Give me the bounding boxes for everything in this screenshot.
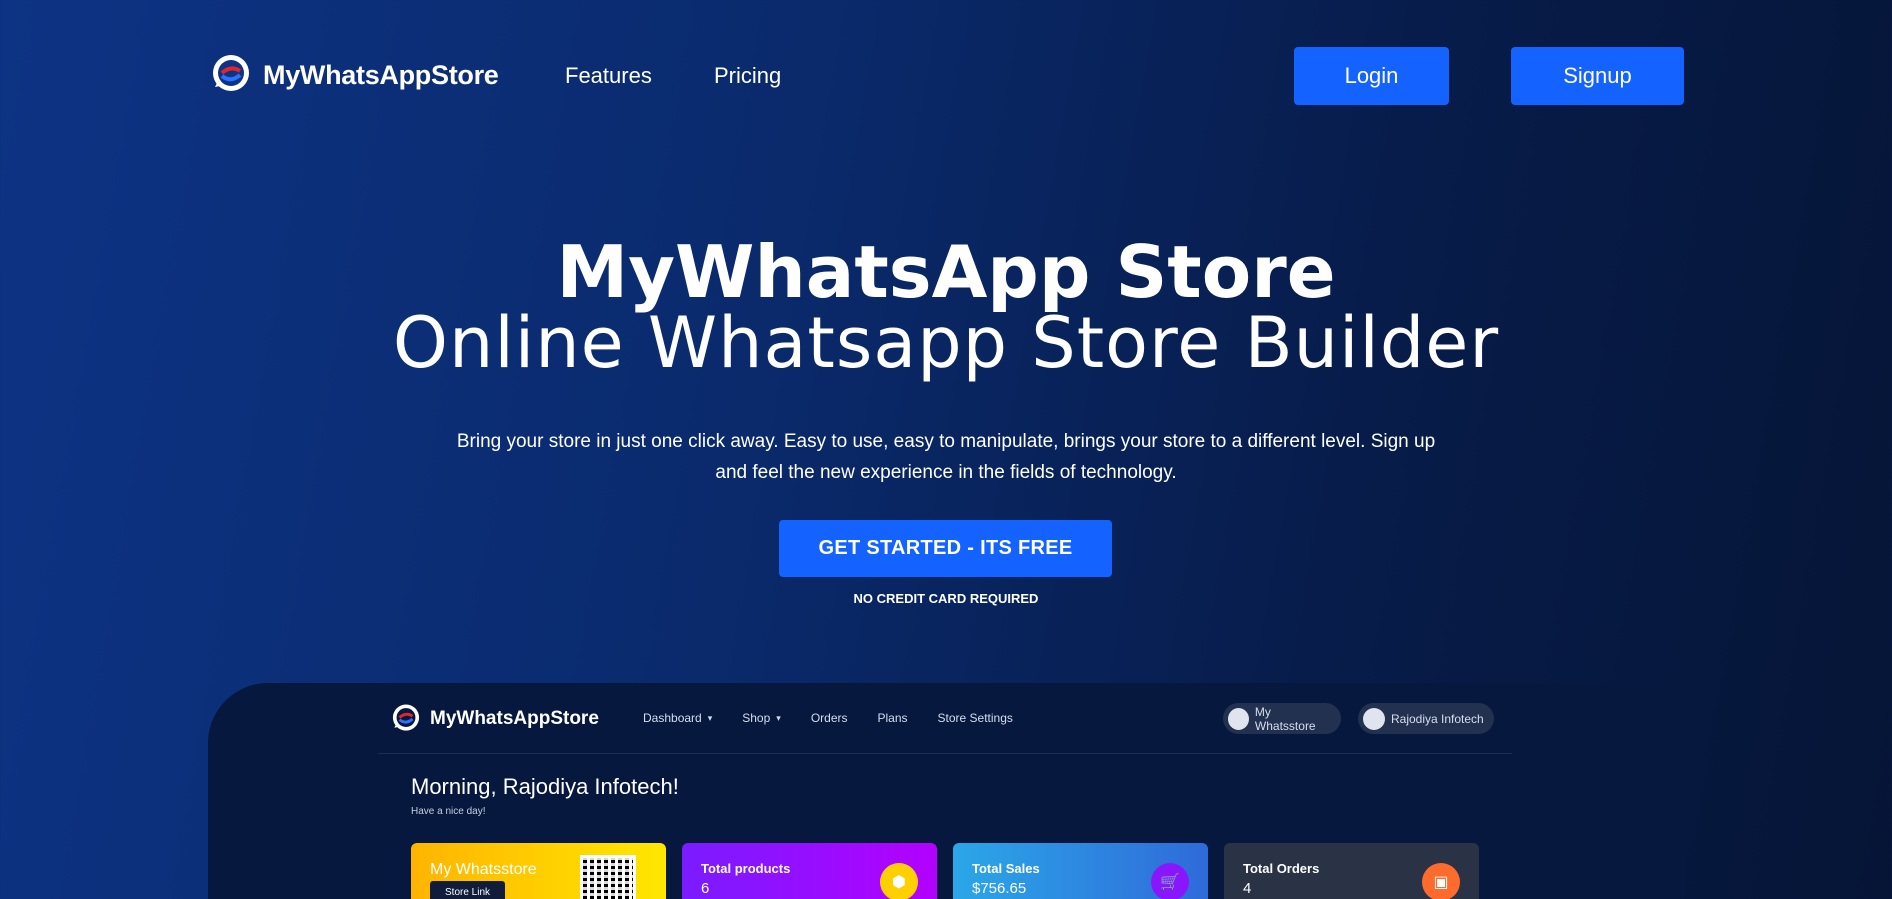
signup-button[interactable]: Signup bbox=[1511, 47, 1684, 105]
preview-menu: Dashboard ▾ Shop ▾ Orders Plans Store Sett… bbox=[643, 711, 1013, 725]
qr-code-icon bbox=[580, 855, 636, 899]
preview-menu-dashboard: Dashboard ▾ bbox=[643, 711, 712, 725]
preview-menu-orders: Orders bbox=[810, 711, 848, 725]
chevron-down-icon: ▾ bbox=[707, 712, 713, 723]
chevron-down-icon: ▾ bbox=[776, 712, 781, 723]
preview-user-pill: Rajodiya Infotech bbox=[1358, 703, 1494, 734]
logo-icon bbox=[213, 55, 249, 91]
hero-description: Bring your store in just one click away.… bbox=[456, 431, 1436, 483]
login-button[interactable]: Login bbox=[1294, 47, 1449, 105]
box-icon: ⬢ bbox=[880, 863, 918, 899]
preview-menu-label: Shop bbox=[742, 711, 771, 725]
preview-store-pill: My Whatsstore bbox=[1223, 703, 1341, 734]
preview-menu-label: Dashboard bbox=[643, 711, 702, 725]
top-nav: MyWhatsAppStore Features Pricing Login S… bbox=[0, 0, 1892, 150]
preview-menu-shop: Shop ▾ bbox=[742, 711, 781, 725]
cta-note: NO CREDIT CARD REQUIRED bbox=[853, 591, 1039, 606]
card-total-sales: Total Sales $756.65 🛒 bbox=[953, 843, 1208, 899]
get-started-button[interactable]: GET STARTED - ITS FREE bbox=[779, 520, 1112, 577]
preview-brand-logo: MyWhatsAppStore bbox=[390, 703, 599, 735]
preview-store-pill-label: My Whatsstore bbox=[1254, 704, 1316, 733]
brand-logo[interactable]: MyWhatsAppStore bbox=[209, 53, 499, 97]
nav-link-features[interactable]: Features bbox=[565, 63, 652, 89]
preview-greeting: Morning, Rajodiya Infotech! bbox=[411, 774, 679, 799]
cart-icon: 🛒 bbox=[1151, 863, 1189, 899]
user-avatar-icon bbox=[1363, 707, 1385, 730]
hero-subtitle: Online Whatsapp Store Builder bbox=[392, 302, 1500, 384]
nav-link-pricing[interactable]: Pricing bbox=[714, 63, 781, 89]
dashboard-preview: MyWhatsAppStore Dashboard ▾ Shop ▾ Orders … bbox=[208, 683, 1684, 899]
card-my-whatsstore: My Whatsstore Store Link bbox=[411, 843, 666, 899]
brand-name: MyWhatsAppStore bbox=[263, 59, 499, 90]
preview-user-pill-label: Rajodiya Infotech bbox=[1391, 711, 1484, 726]
logo-icon bbox=[392, 704, 420, 731]
preview-menu-store-settings: Store Settings bbox=[937, 711, 1013, 725]
card-total-orders: Total Orders 4 ▣ bbox=[1224, 843, 1479, 899]
preview-divider bbox=[378, 753, 1512, 754]
card-total-products: Total products 6 ⬢ bbox=[682, 843, 937, 899]
store-link-button: Store Link bbox=[430, 881, 506, 899]
preview-brand-name: MyWhatsAppStore bbox=[430, 708, 599, 729]
store-avatar-icon bbox=[1228, 707, 1249, 730]
preview-menu-plans: Plans bbox=[877, 711, 908, 725]
preview-subgreeting: Have a nice day! bbox=[411, 806, 486, 817]
bag-icon: ▣ bbox=[1422, 863, 1460, 899]
dashboard-preview-inner: MyWhatsAppStore Dashboard ▾ Shop ▾ Orders … bbox=[378, 683, 1512, 899]
